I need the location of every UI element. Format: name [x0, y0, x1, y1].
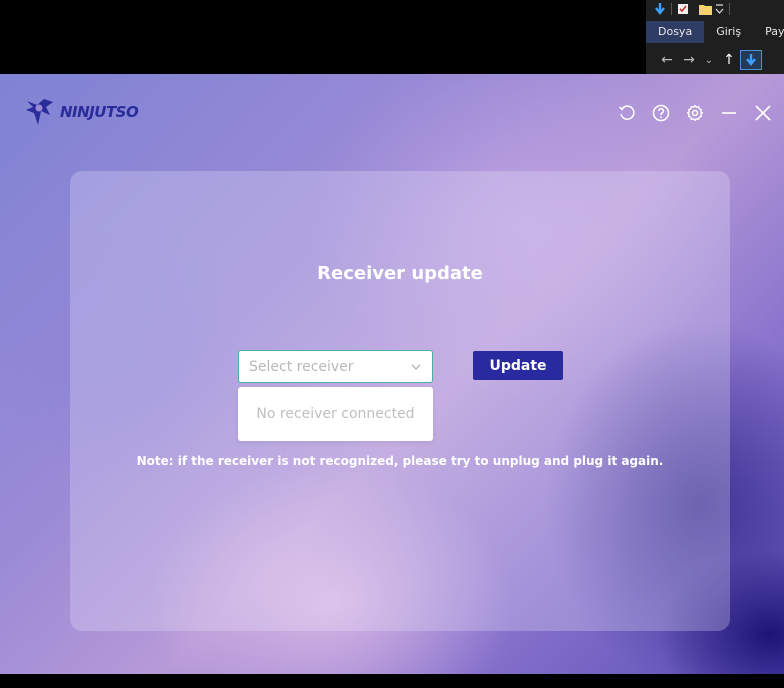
divider [671, 3, 672, 15]
refresh-icon[interactable] [616, 102, 638, 124]
window-controls [616, 102, 774, 124]
app-window: NINJUTSO Receiver update Select receiver… [0, 74, 784, 674]
back-arrow-icon[interactable]: ← [656, 52, 678, 68]
update-button[interactable]: Update [473, 351, 563, 380]
close-icon[interactable] [752, 102, 774, 124]
explorer-window: Dosya Giriş Pay ← → ⌄ ↑ [646, 0, 784, 74]
brand-logo: NINJUTSO [24, 96, 139, 128]
receiver-select-placeholder: Select receiver [249, 358, 354, 375]
note-text: Note: if the receiver is not recognized,… [136, 454, 664, 468]
customize-dropdown-icon[interactable] [714, 2, 724, 16]
receiver-dropdown-menu: No receiver connected [238, 387, 433, 441]
up-arrow-icon[interactable]: ↑ [718, 52, 740, 68]
chevron-down-icon [410, 361, 422, 373]
ribbon-tab-home[interactable]: Giriş [704, 21, 753, 43]
checkbox-icon[interactable] [677, 2, 689, 16]
brand-name: NINJUTSO [60, 103, 139, 121]
explorer-navbar: ← → ⌄ ↑ [646, 48, 784, 72]
download-location-icon[interactable] [740, 50, 762, 70]
download-arrow-icon[interactable] [654, 2, 666, 16]
ninjutso-logo-icon [26, 99, 53, 125]
quick-access-toolbar [646, 0, 784, 18]
folder-icon[interactable] [699, 2, 712, 16]
divider [729, 3, 730, 15]
forward-arrow-icon[interactable]: → [678, 52, 700, 68]
minimize-icon[interactable] [718, 102, 740, 124]
receiver-select[interactable]: Select receiver [238, 350, 433, 383]
page-title: Receiver update [317, 263, 483, 284]
ribbon-tab-file[interactable]: Dosya [646, 21, 705, 43]
receiver-update-panel: Receiver update Select receiver No recei… [70, 171, 730, 631]
help-icon[interactable] [650, 102, 672, 124]
recent-dropdown-icon[interactable]: ⌄ [700, 55, 718, 66]
ribbon-tabs: Dosya Giriş Pay [646, 21, 784, 43]
ribbon-tab-share[interactable]: Pay [753, 21, 784, 43]
empty-state-text: No receiver connected [256, 406, 415, 422]
settings-icon[interactable] [684, 102, 706, 124]
